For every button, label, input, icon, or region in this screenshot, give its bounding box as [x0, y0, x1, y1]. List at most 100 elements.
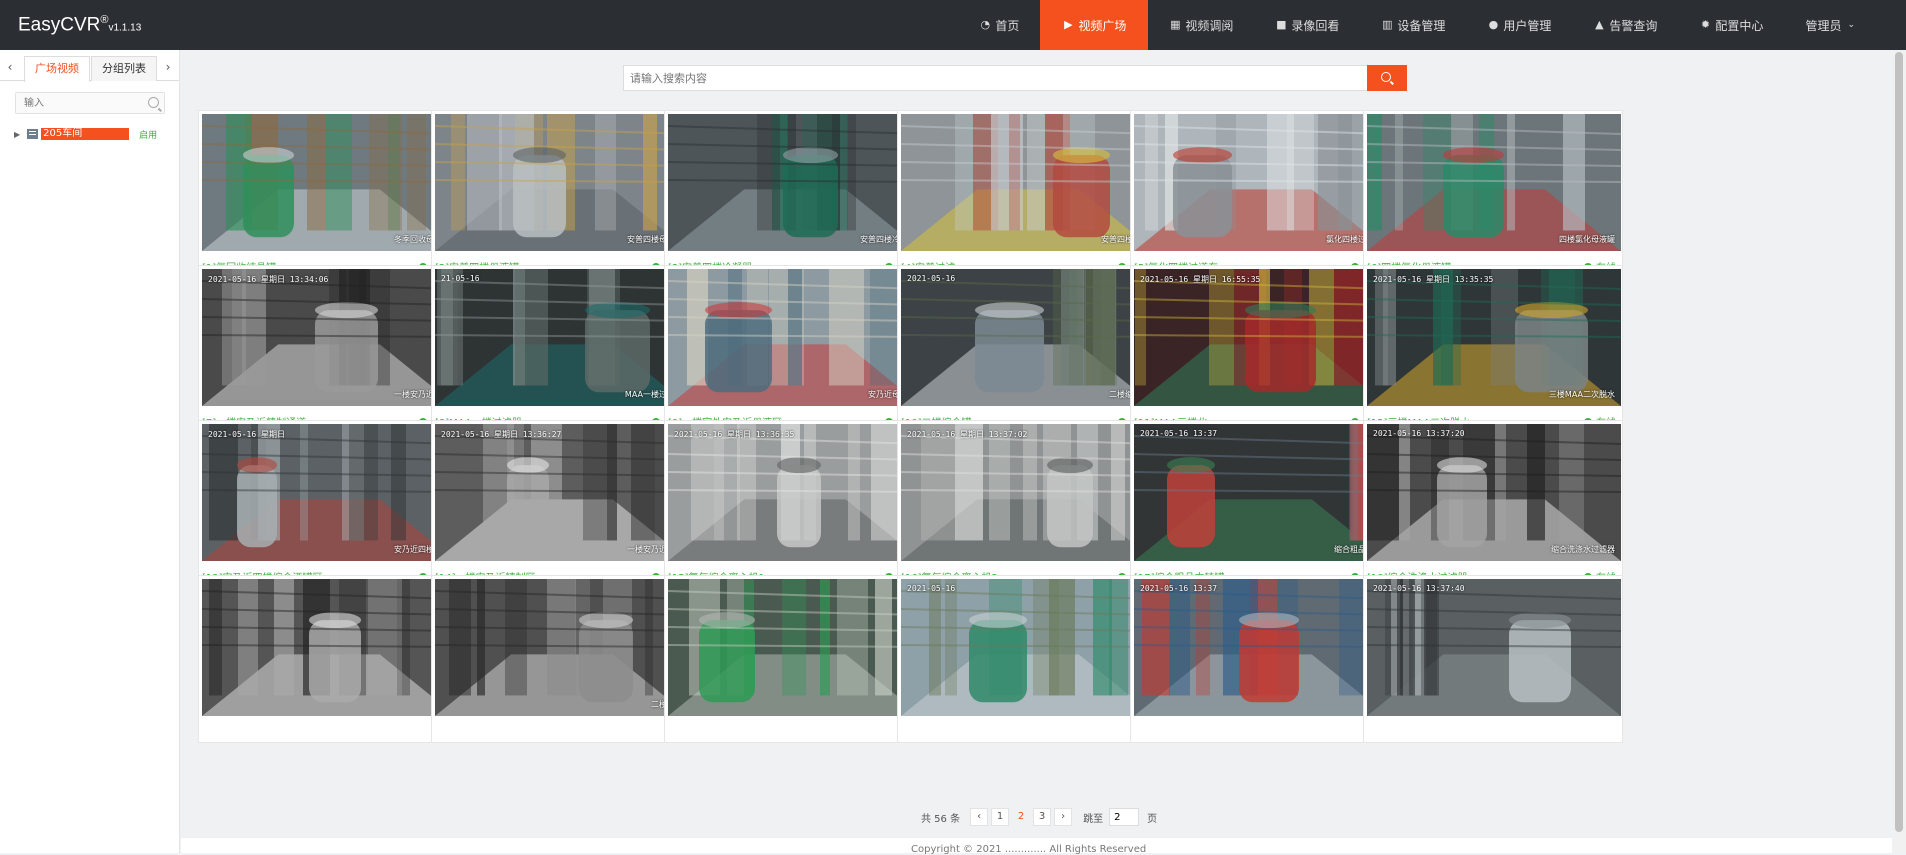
camera-card[interactable]: 2021-05-16 星期日 13:37:02[16]氨气缩合离心机2在线 — [897, 420, 1157, 588]
camera-card[interactable]: 2021-05-16二楼缩合罐[10]二楼缩合罐在线 — [897, 265, 1157, 433]
camera-card[interactable]: 2021-05-16 13:37:20缩合洗涤水过滤器[18]缩合洗涤水过滤器在… — [1363, 420, 1623, 588]
video-thumbnail[interactable]: 2021-05-16 星期日 13:35:35 三楼MAA二次脱水 — [1367, 269, 1621, 406]
grid-icon: ▦ — [1170, 18, 1181, 31]
nav-label: 配置中心 — [1715, 18, 1764, 33]
camera-card[interactable]: 2021-05-16 星期日 13:34:06一楼安乃近精制[7]一楼安乃近精制… — [198, 265, 458, 433]
video-thumbnail[interactable]: 2021-05-16 13:37 缩合粗品中转 — [1134, 424, 1388, 561]
scrollbar-thumb[interactable] — [1895, 52, 1903, 832]
sidebar: ‹ 广场视频 分组列表 › ▶ 205车间 启用 — [0, 50, 180, 853]
nav-item-8[interactable]: 管理员 ⌄ — [1784, 0, 1876, 50]
camera-card[interactable] — [664, 575, 924, 743]
nav-item-6[interactable]: ▲ 告警查询 — [1572, 0, 1678, 50]
sidebar-search-input[interactable] — [16, 93, 140, 113]
page-unit: 页 — [1147, 813, 1158, 825]
video-thumbnail[interactable]: 安普四楼母液罐 — [435, 114, 689, 251]
camera-card[interactable]: 安普四楼过滤[4]安普过滤在线 — [897, 110, 1157, 278]
search-icon — [1381, 72, 1391, 82]
video-thumbnail[interactable]: 2021-05-16 星期日 13:36:27 一楼安乃近精制 — [435, 424, 689, 561]
nav-item-2[interactable]: ▦ 视频调阅 — [1148, 0, 1254, 50]
camera-card[interactable]: 二楼过道 — [431, 575, 691, 743]
video-camera-icon: ■ — [1276, 18, 1287, 31]
nav-item-4[interactable]: ▥ 设备管理 — [1360, 0, 1466, 50]
video-thumbnail[interactable]: 2021-05-16 星期日 安乃近四楼缩合 — [202, 424, 456, 561]
camera-card[interactable]: 21-05-16MAA一楼过滤器[8]MAA一楼过滤器在线 — [431, 265, 691, 433]
tree-node-label[interactable]: 205车间 — [41, 128, 130, 140]
camera-card[interactable]: 安普四楼母液罐[2]安普四楼母液罐在线 — [431, 110, 691, 278]
video-thumbnail[interactable]: 2021-05-16 13:37:40 — [1367, 579, 1621, 716]
video-thumbnail[interactable]: 2021-05-16 星期日 13:37:02 — [901, 424, 1155, 561]
scrollbar[interactable] — [1892, 50, 1906, 853]
nav-label: 视频调阅 — [1185, 18, 1234, 33]
video-thumbnail[interactable]: 安乃近母液区 — [668, 269, 922, 406]
video-thumbnail[interactable]: 安普四楼冷凝器 — [668, 114, 922, 251]
channel-search-input[interactable] — [623, 65, 1370, 91]
video-thumbnail[interactable]: 四楼氯化母液罐 — [1367, 114, 1621, 251]
osd-timestamp: 2021-05-16 星期日 — [208, 430, 285, 439]
camera-card[interactable]: 四楼氯化母液罐[6]四楼氯化母液罐在线 — [1363, 110, 1623, 278]
tab-square-videos[interactable]: 广场视频 — [24, 56, 90, 82]
video-thumbnail[interactable]: 二楼过道 — [435, 579, 689, 716]
camera-card[interactable]: 2021-05-16 13:37 — [1130, 575, 1390, 743]
camera-card[interactable]: 2021-05-16 13:37缩合粗品中转[17]缩合粗品中转罐在线 — [1130, 420, 1390, 588]
camera-card[interactable]: 安乃近母液区[9]一楼室外安乃近母液区在线 — [664, 265, 924, 433]
camera-card[interactable]: 2021-05-16 星期日安乃近四楼缩合[13]安乃近四楼缩合酒罐区在线 — [198, 420, 458, 588]
next-page-icon[interactable]: › — [1054, 808, 1073, 826]
page-1[interactable]: 1 — [991, 808, 1010, 826]
nav-item-3[interactable]: ■ 录像回看 — [1254, 0, 1360, 50]
camera-card[interactable]: 安普四楼冷凝器[3]安普四楼冷凝器在线 — [664, 110, 924, 278]
tab-next-arrow-icon[interactable]: › — [161, 56, 175, 78]
nav-label: 告警查询 — [1609, 18, 1658, 33]
camera-card[interactable]: 2021-05-16 — [897, 575, 1157, 743]
camera-card[interactable]: 2021-05-16 星期日 13:36:35[15]氨气缩合离心机1在线 — [664, 420, 924, 588]
bell-icon: ▲ — [1595, 18, 1604, 31]
camera-card[interactable]: 氯化四楼过道东[5]氯化四楼过道东在线 — [1130, 110, 1390, 278]
footer: Copyright © 2021 ............. All Right… — [181, 838, 1892, 855]
search-button[interactable] — [1367, 65, 1407, 91]
osd-timestamp: 2021-05-16 13:37:20 — [1373, 429, 1465, 438]
video-thumbnail[interactable]: 21-05-16 MAA一楼过滤器 — [435, 269, 689, 406]
video-thumbnail[interactable]: 2021-05-16 星期日 13:36:35 — [668, 424, 922, 561]
nav-item-0[interactable]: ◔ 首页 — [958, 0, 1040, 50]
nav-item-1[interactable]: ▶ 视频广场 — [1040, 0, 1149, 50]
osd-timestamp: 2021-05-16 星期日 13:35:35 — [1373, 275, 1494, 284]
page-3[interactable]: 3 — [1033, 808, 1052, 826]
video-thumbnail[interactable]: 2021-05-16 星期日 16:55:35 — [1134, 269, 1388, 406]
nav-item-7[interactable]: ✹ 配置中心 — [1678, 0, 1784, 50]
search-icon[interactable] — [148, 97, 159, 108]
tab-prev-arrow-icon[interactable]: ‹ — [3, 56, 17, 78]
brand-logo[interactable]: EasyCVR®v1.1.13 — [18, 14, 141, 36]
video-thumbnail[interactable]: 2021-05-16 13:37 — [1134, 579, 1388, 716]
nav-label: 录像回看 — [1291, 18, 1340, 33]
video-thumbnail[interactable]: 氯化四楼过道东 — [1134, 114, 1388, 251]
tab-group-list[interactable]: 分组列表 — [91, 56, 157, 81]
camera-card[interactable]: 2021-05-16 13:37:40 — [1363, 575, 1623, 743]
goto-page-input[interactable] — [1109, 808, 1140, 826]
camera-card[interactable]: 冬季回收母液罐[1]氯回收结晶罐在线 — [198, 110, 458, 278]
camera-card[interactable] — [198, 575, 458, 743]
video-thumbnail[interactable]: 2021-05-16 13:37:20 缩合洗涤水过滤器 — [1367, 424, 1621, 561]
goto-label: 跳至 — [1083, 813, 1104, 825]
camera-card[interactable]: 2021-05-16 星期日 13:35:35三楼MAA二次脱水[12]三楼MA… — [1363, 265, 1623, 433]
expand-arrow-icon[interactable]: ▶ — [14, 130, 20, 139]
nav-label: 首页 — [995, 18, 1020, 33]
pagination: 共 56 条 ‹ 1 2 3 › 跳至 页 — [921, 808, 1157, 826]
video-thumbnail[interactable]: 2021-05-16 星期日 13:34:06 一楼安乃近精制 — [202, 269, 456, 406]
video-thumbnail[interactable]: 2021-05-16 — [901, 579, 1155, 716]
osd-timestamp: 2021-05-16 星期日 13:36:35 — [674, 430, 795, 439]
video-thumbnail[interactable] — [668, 579, 922, 716]
tree-node[interactable]: ▶ 205车间 启用 — [14, 127, 157, 141]
osd-timestamp: 2021-05-16 13:37 — [1140, 584, 1218, 593]
sidebar-search — [15, 92, 165, 114]
video-thumbnail[interactable]: 2021-05-16 二楼缩合罐 — [901, 269, 1155, 406]
page-2[interactable]: 2 — [1012, 808, 1030, 826]
nav-item-5[interactable]: ● 用户管理 — [1466, 0, 1572, 50]
video-thumbnail[interactable]: 安普四楼过滤 — [901, 114, 1155, 251]
camera-card[interactable]: 2021-05-16 星期日 13:36:27一楼安乃近精制[14]一楼安乃近精… — [431, 420, 691, 588]
osd-timestamp: 2021-05-16 13:37 — [1140, 429, 1218, 438]
nav-label: 视频广场 — [1078, 18, 1127, 33]
video-thumbnail[interactable] — [202, 579, 456, 716]
camera-card[interactable]: 2021-05-16 星期日 16:55:35[11]MAA三楼北在线 — [1130, 265, 1390, 433]
osd-timestamp: 2021-05-16 星期日 13:36:27 — [441, 430, 562, 439]
prev-page-icon[interactable]: ‹ — [970, 808, 989, 826]
video-thumbnail[interactable]: 冬季回收母液罐 — [202, 114, 456, 251]
